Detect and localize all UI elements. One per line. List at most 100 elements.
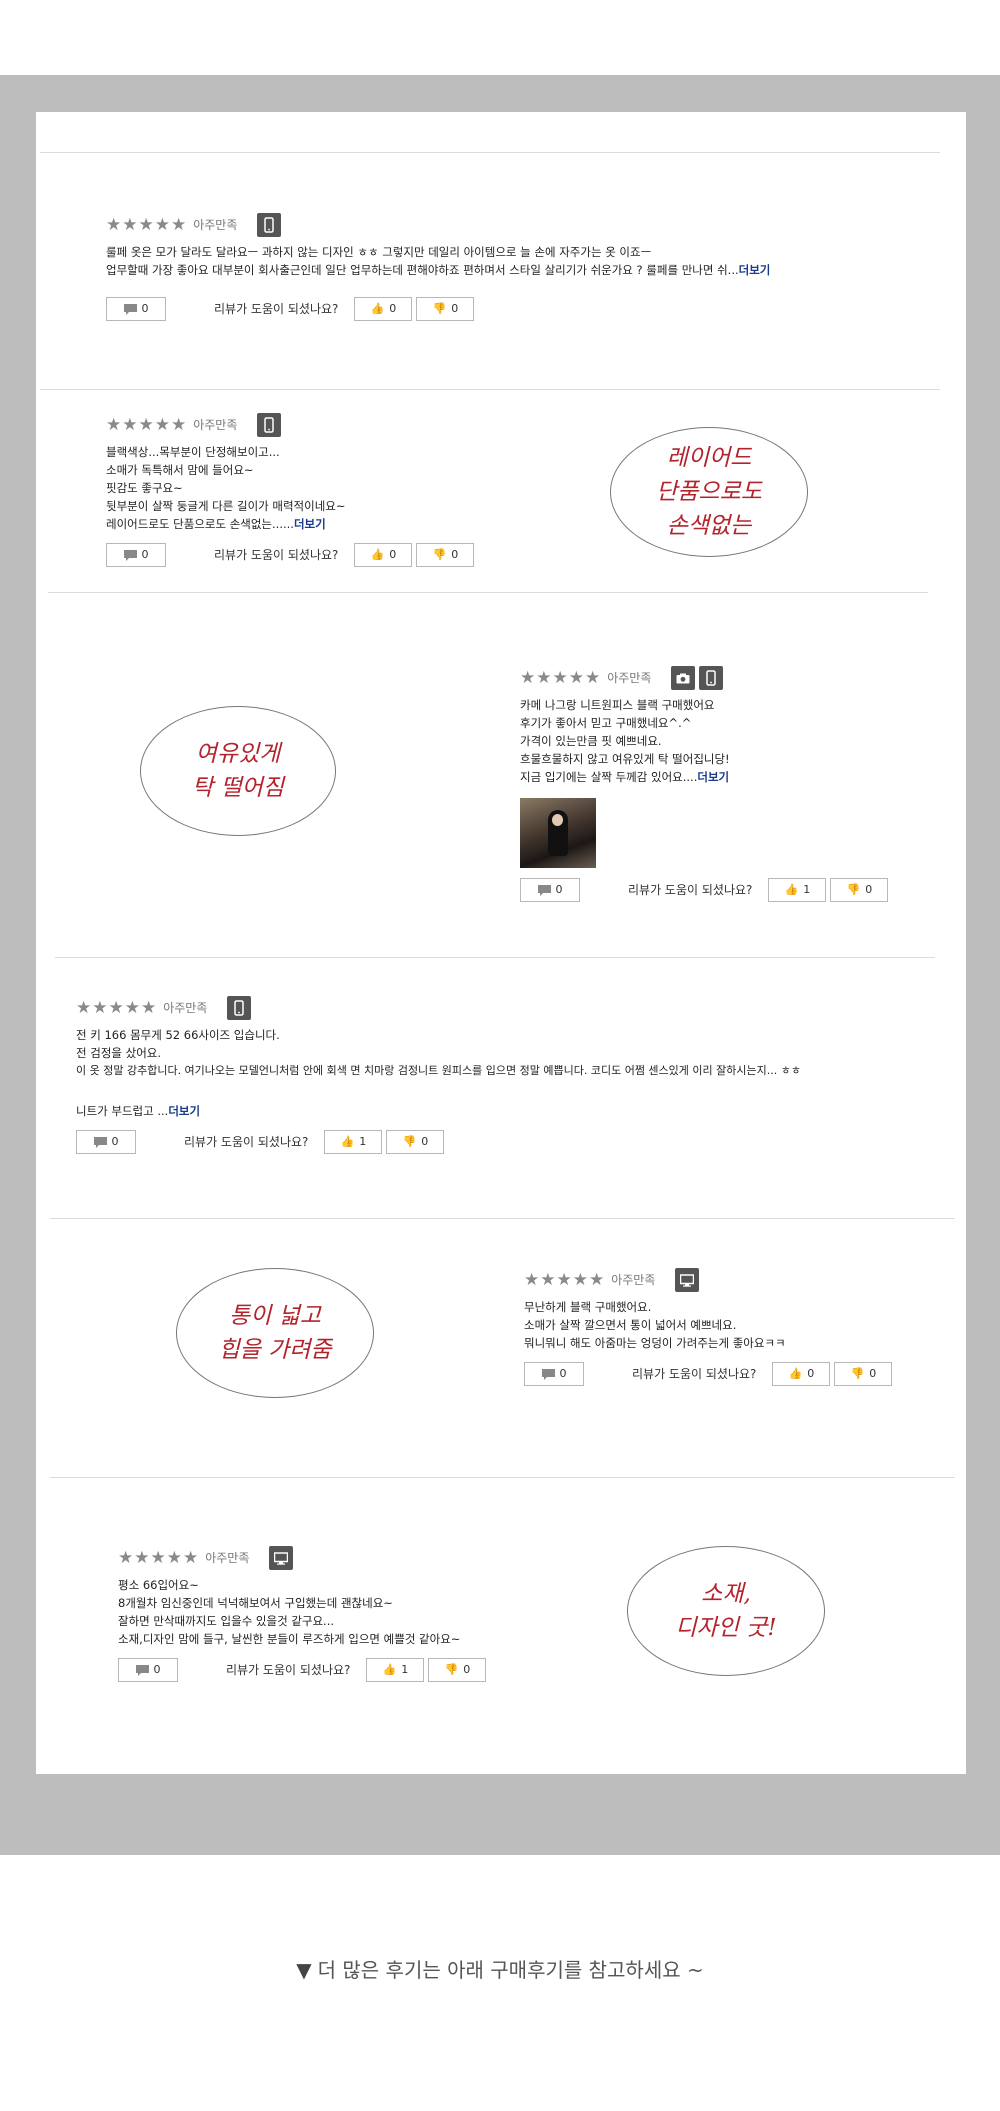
thumb-down-button[interactable]: 👎 0: [416, 543, 475, 567]
star-icon: ★★★★★: [76, 998, 158, 1018]
thumb-down-icon: 👎: [444, 1663, 459, 1676]
review-line: 흐물흐물하지 않고 여유있게 탁 떨어집니당!: [520, 752, 730, 766]
review-line: 레이어드로도 단품으로도 손색없는......: [106, 517, 294, 531]
review-item: ★★★★★ 아주만족 전 키 166 몸무게 52 66사이즈 입습니다. 전 …: [76, 996, 956, 1154]
review-line: 후기가 좋아서 믿고 구매했네요^.^: [520, 716, 692, 730]
grade-label: 아주만족: [205, 1551, 250, 1565]
more-link[interactable]: 더보기: [739, 263, 771, 277]
comment-icon: [123, 303, 137, 315]
divider: [55, 957, 935, 958]
helpful-question: 리뷰가 도움이 되셨나요?: [184, 1135, 309, 1149]
review-line: 소매가 살짝 깔으면서 통이 넓어서 예쁘네요.: [524, 1318, 737, 1332]
thumb-down-button[interactable]: 👎 0: [428, 1658, 487, 1682]
review-line: 잘하면 만삭때까지도 입을수 있을것 같구요...: [118, 1614, 335, 1628]
review-item: ★★★★★ 아주만족 룰페 옷은 모가 달라도 달라요ㅡ 과하지 않는 디자인 …: [106, 213, 946, 321]
review-text: 룰페 옷은 모가 달라도 달라요ㅡ 과하지 않는 디자인 ㅎㅎ 그렇지만 데일리…: [106, 243, 946, 279]
comment-button[interactable]: 0: [106, 297, 166, 321]
thumb-down-button[interactable]: 👎 0: [416, 297, 475, 321]
mobile-icon: [227, 996, 252, 1020]
highlight-callout: 여유있게 탁 떨어짐: [140, 706, 336, 836]
review-line: 무난하게 블랙 구매했어요.: [524, 1300, 652, 1314]
divider: [50, 1477, 955, 1478]
star-icon: ★★★★★: [524, 1270, 606, 1290]
thumb-down-button[interactable]: 👎 0: [386, 1130, 445, 1154]
more-link[interactable]: 더보기: [697, 770, 729, 784]
review-line: 지금 입기에는 살짝 두께감 있어요....: [520, 770, 698, 784]
thumb-down-button[interactable]: 👎 0: [830, 878, 889, 902]
review-line: [76, 1080, 956, 1098]
review-text: 무난하게 블랙 구매했어요. 소매가 살짝 깔으면서 통이 넓어서 예쁘네요. …: [524, 1298, 944, 1352]
thumb-up-button[interactable]: 👍 0: [354, 297, 413, 321]
review-header: ★★★★★ 아주만족: [520, 666, 940, 690]
review-actions: 0 리뷰가 도움이 되셨나요? 👍 1 👎 0: [520, 878, 940, 902]
review-line: 이 옷 정말 강추합니다. 여기나오는 모델언니처럼 안에 회색 면 치마랑 검…: [76, 1064, 801, 1077]
helpful-question: 리뷰가 도움이 되셨나요?: [628, 883, 753, 897]
thumb-down-icon: 👎: [850, 1367, 865, 1380]
thumb-up-icon: 👍: [784, 883, 799, 896]
review-item: ★★★★★ 아주만족 무난하게 블랙 구매했어요. 소매가 살짝 깔으면서 통이…: [524, 1268, 944, 1386]
comment-button[interactable]: 0: [106, 543, 166, 567]
review-line: 뒷부분이 살짝 둥글게 다른 길이가 매력적이네요~: [106, 499, 346, 513]
thumb-up-icon: 👍: [370, 302, 385, 315]
thumb-up-icon: 👍: [788, 1367, 803, 1380]
comment-button[interactable]: 0: [118, 1658, 178, 1682]
grade-label: 아주만족: [193, 218, 238, 232]
comment-button[interactable]: 0: [520, 878, 580, 902]
more-link[interactable]: 더보기: [294, 517, 326, 531]
thumb-up-button[interactable]: 👍 1: [366, 1658, 425, 1682]
comment-icon: [541, 1368, 555, 1380]
comment-button[interactable]: 0: [76, 1130, 136, 1154]
helpful-question: 리뷰가 도움이 되셨나요?: [226, 1663, 351, 1677]
camera-icon: [671, 666, 696, 690]
review-line: 전 검정을 샀어요.: [76, 1046, 162, 1060]
review-panel: [36, 112, 966, 1774]
review-line: 소재,디자인 맘에 들구, 날씬한 분들이 루즈하게 입으면 예쁠것 같아요~: [118, 1632, 461, 1646]
thumb-down-icon: 👎: [402, 1135, 417, 1148]
review-line: 8개월차 임신중인데 넉넉해보여서 구입했는데 괜찮네요~: [118, 1596, 393, 1610]
star-icon: ★★★★★: [106, 415, 188, 435]
review-item: ★★★★★ 아주만족 카메 나그랑 니트원피스 블랙 구매했어요 후기가 좋아서…: [520, 666, 940, 902]
divider: [40, 152, 940, 153]
review-actions: 0 리뷰가 도움이 되셨나요? 👍 0 👎 0: [106, 543, 546, 567]
review-line: 뭐니뭐니 해도 아줌마는 엉덩이 가려주는게 좋아요ㅋㅋ: [524, 1336, 786, 1350]
star-icon: ★★★★★: [520, 668, 602, 688]
more-link[interactable]: 더보기: [168, 1104, 200, 1118]
monitor-icon: [269, 1546, 294, 1570]
review-actions: 0 리뷰가 도움이 되셨나요? 👍 0 👎 0: [106, 297, 946, 321]
thumb-up-button[interactable]: 👍 1: [768, 878, 827, 902]
grade-label: 아주만족: [193, 418, 238, 432]
footer-text: 더 많은 후기는 아래 구매후기를 참고하세요 ~: [317, 1958, 704, 1982]
review-line: 업무할때 가장 좋아요 대부분이 회사출근인데 일단 업무하는데 편해야하죠 편…: [106, 263, 739, 277]
grade-label: 아주만족: [611, 1273, 656, 1287]
review-header: ★★★★★ 아주만족: [118, 1546, 558, 1570]
comment-button[interactable]: 0: [524, 1362, 584, 1386]
review-actions: 0 리뷰가 도움이 되셨나요? 👍 0 👎 0: [524, 1362, 944, 1386]
star-icon: ★★★★★: [106, 215, 188, 235]
thumb-down-icon: 👎: [432, 302, 447, 315]
review-header: ★★★★★ 아주만족: [76, 996, 956, 1020]
helpful-question: 리뷰가 도움이 되셨나요?: [214, 548, 339, 562]
divider: [40, 389, 940, 390]
review-photo-thumbnail[interactable]: [520, 798, 596, 868]
review-line: 핏감도 좋구요~: [106, 481, 183, 495]
thumb-down-icon: 👎: [432, 548, 447, 561]
review-line: 룰페 옷은 모가 달라도 달라요ㅡ 과하지 않는 디자인 ㅎㅎ 그렇지만 데일리…: [106, 245, 652, 259]
review-line: 평소 66입어요~: [118, 1578, 199, 1592]
star-icon: ★★★★★: [118, 1548, 200, 1568]
thumb-up-button[interactable]: 👍 0: [354, 543, 413, 567]
review-actions: 0 리뷰가 도움이 되셨나요? 👍 1 👎 0: [118, 1658, 558, 1682]
thumb-down-icon: 👎: [846, 883, 861, 896]
comment-icon: [93, 1136, 107, 1148]
thumb-up-button[interactable]: 👍 0: [772, 1362, 831, 1386]
thumb-down-button[interactable]: 👎 0: [834, 1362, 893, 1386]
divider: [50, 1218, 955, 1219]
review-line: 전 키 166 몸무게 52 66사이즈 입습니다.: [76, 1028, 280, 1042]
review-header: ★★★★★ 아주만족: [106, 413, 546, 437]
thumb-up-icon: 👍: [340, 1135, 355, 1148]
mobile-icon: [699, 666, 724, 690]
divider: [48, 592, 928, 593]
helpful-question: 리뷰가 도움이 되셨나요?: [214, 302, 339, 316]
mobile-icon: [257, 413, 282, 437]
review-item: ★★★★★ 아주만족 평소 66입어요~ 8개월차 임신중인데 넉넉해보여서 구…: [118, 1546, 558, 1682]
thumb-up-button[interactable]: 👍 1: [324, 1130, 383, 1154]
